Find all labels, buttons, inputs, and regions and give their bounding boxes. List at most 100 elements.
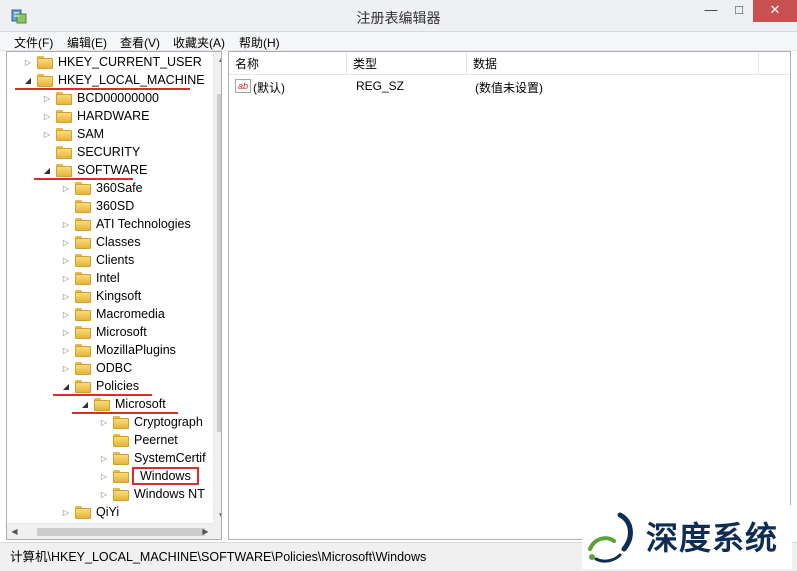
- tree-node[interactable]: ◢ Microsoft: [80, 395, 168, 413]
- folder-icon: [56, 163, 72, 177]
- tree-node-label: HKEY_CURRENT_USER: [58, 55, 202, 69]
- collapse-arrow-icon[interactable]: ◢: [23, 76, 33, 85]
- expand-arrow-icon[interactable]: ▷: [61, 310, 71, 319]
- tree-node[interactable]: ▷ Windows NT: [99, 485, 207, 503]
- expand-arrow-icon[interactable]: ▷: [61, 274, 71, 283]
- tree-node-label: Kingsoft: [96, 289, 142, 303]
- collapse-arrow-icon[interactable]: ◢: [42, 166, 52, 175]
- folder-icon: [75, 361, 91, 375]
- tree-node[interactable]: ▷ Cryptograph: [99, 413, 205, 431]
- value-type: REG_SZ: [356, 79, 405, 93]
- tree-node[interactable]: ◢ SOFTWARE: [42, 161, 149, 179]
- header-divider: [229, 74, 790, 75]
- tree-node-label: 360Safe: [96, 181, 143, 195]
- watermark-swirl-icon: [588, 512, 633, 563]
- tree-node[interactable]: ▷ HKEY_CURRENT_USER: [23, 53, 204, 71]
- tree-node-label: Windows: [132, 467, 199, 485]
- folder-icon: [75, 235, 91, 249]
- expand-arrow-icon[interactable]: ▷: [42, 94, 52, 103]
- collapse-arrow-icon[interactable]: ◢: [80, 400, 90, 409]
- menu-edit[interactable]: 编辑(E): [67, 34, 107, 51]
- expand-arrow-icon[interactable]: ▷: [99, 472, 109, 481]
- tree-vertical-scrollbar[interactable]: ▲ ▼: [213, 52, 221, 523]
- expand-arrow-icon[interactable]: ▷: [61, 220, 71, 229]
- tree-node[interactable]: Peernet: [99, 431, 180, 449]
- expand-arrow-icon[interactable]: ▷: [61, 238, 71, 247]
- tree-node-label: HARDWARE: [77, 109, 150, 123]
- folder-icon: [75, 217, 91, 231]
- expand-arrow-icon[interactable]: ▷: [99, 454, 109, 463]
- column-data[interactable]: 数据: [467, 52, 759, 74]
- tree-node[interactable]: ◢ Policies: [61, 377, 141, 395]
- tree-node[interactable]: ▷ Clients: [61, 251, 136, 269]
- title-bar: 注册表编辑器 — □ ✕: [0, 0, 797, 32]
- window-title: 注册表编辑器: [356, 10, 441, 26]
- tree-node-label: Cryptograph: [134, 415, 203, 429]
- tree-node[interactable]: ▷ ODBC: [61, 359, 134, 377]
- tree-node[interactable]: ▷ Macromedia: [61, 305, 167, 323]
- tree-node[interactable]: ▷ Microsoft: [61, 323, 149, 341]
- tree-node[interactable]: ▷ MozillaPlugins: [61, 341, 178, 359]
- tree-node[interactable]: ▷ HARDWARE: [42, 107, 151, 125]
- expand-arrow-icon[interactable]: ▷: [23, 58, 33, 67]
- tree-node-label: SystemCertif: [134, 451, 206, 465]
- menu-favorites[interactable]: 收藏夹(A): [173, 34, 225, 51]
- tree-node-label: SOFTWARE: [77, 163, 148, 177]
- values-list[interactable]: 名称 类型 数据 ab (默认) REG_SZ (数值未设置): [228, 51, 791, 540]
- expand-arrow-icon[interactable]: ▷: [61, 256, 71, 265]
- column-name[interactable]: 名称: [229, 52, 347, 74]
- watermark-text: 深度系统: [646, 519, 779, 557]
- tree-node[interactable]: ▷ QiYi: [61, 503, 121, 521]
- tree-node[interactable]: ▷ Kingsoft: [61, 287, 143, 305]
- collapse-arrow-icon[interactable]: ◢: [61, 382, 71, 391]
- expand-arrow-icon[interactable]: ▷: [61, 328, 71, 337]
- close-button[interactable]: ✕: [753, 0, 797, 22]
- folder-icon: [75, 289, 91, 303]
- tree-node[interactable]: ▷ BCD00000000: [42, 89, 161, 107]
- tree-horizontal-scrollbar[interactable]: ◀ ▶: [7, 523, 213, 539]
- menu-help[interactable]: 帮助(H): [239, 34, 280, 51]
- expand-arrow-icon[interactable]: ▷: [61, 364, 71, 373]
- expand-arrow-icon[interactable]: ▷: [42, 130, 52, 139]
- tree-node[interactable]: SECURITY: [42, 143, 142, 161]
- folder-icon: [56, 127, 72, 141]
- expand-arrow-icon[interactable]: ▷: [42, 112, 52, 121]
- menu-view[interactable]: 查看(V): [120, 34, 160, 51]
- column-type[interactable]: 类型: [347, 52, 467, 74]
- tree-node[interactable]: ◢ HKEY_LOCAL_MACHINE: [23, 71, 207, 89]
- tree-node[interactable]: ▷ Intel: [61, 269, 122, 287]
- tree-node[interactable]: ▷ Classes: [61, 233, 142, 251]
- tree-node[interactable]: ▷ 360Safe: [61, 179, 145, 197]
- expand-arrow-icon[interactable]: ▷: [61, 346, 71, 355]
- tree-node[interactable]: ▷ SystemCertif: [99, 449, 208, 467]
- registry-tree[interactable]: ▷ HKEY_CURRENT_USER ◢ HKEY_LOCAL_MACHINE ▷ BC…: [6, 51, 222, 540]
- tree-node[interactable]: 360SD: [61, 197, 136, 215]
- menu-file[interactable]: 文件(F): [14, 34, 53, 51]
- scroll-down-icon[interactable]: ▼: [214, 508, 221, 523]
- minimize-button[interactable]: —: [697, 0, 725, 22]
- tree-node-label: HKEY_LOCAL_MACHINE: [58, 73, 205, 87]
- folder-icon: [37, 73, 53, 87]
- string-value-icon: ab: [235, 79, 251, 93]
- folder-icon: [37, 55, 53, 69]
- expand-arrow-icon[interactable]: ▷: [61, 184, 71, 193]
- expand-arrow-icon[interactable]: ▷: [99, 418, 109, 427]
- tree-node[interactable]: ▷ ATI Technologies: [61, 215, 193, 233]
- expand-arrow-icon[interactable]: ▷: [99, 490, 109, 499]
- tree-node-label: SAM: [77, 127, 105, 141]
- expand-arrow-icon[interactable]: ▷: [61, 508, 71, 517]
- tree-node-label: Policies: [96, 379, 140, 393]
- scroll-left-icon[interactable]: ◀: [7, 524, 22, 539]
- scroll-up-icon[interactable]: ▲: [214, 52, 221, 67]
- scroll-thumb[interactable]: [217, 94, 221, 432]
- folder-icon: [113, 451, 129, 465]
- tree-node[interactable]: ▷ SAM: [42, 125, 106, 143]
- scroll-thumb-horizontal[interactable]: [37, 528, 205, 536]
- tree-node-label: Intel: [96, 271, 120, 285]
- tree-node[interactable]: ▷ Windows: [99, 467, 199, 485]
- value-data: (数值未设置): [475, 81, 543, 95]
- scroll-right-icon[interactable]: ▶: [198, 524, 213, 539]
- expand-arrow-icon[interactable]: ▷: [61, 292, 71, 301]
- folder-icon: [113, 487, 129, 501]
- maximize-button[interactable]: □: [725, 0, 753, 22]
